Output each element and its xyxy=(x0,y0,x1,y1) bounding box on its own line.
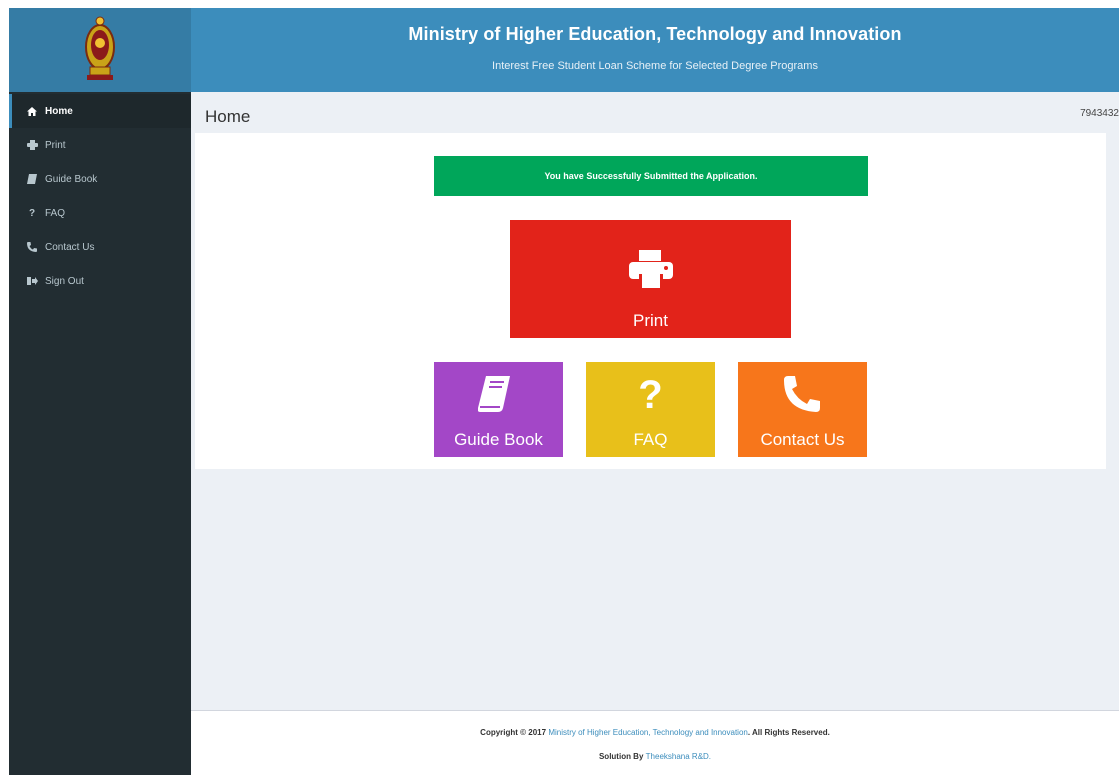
success-alert: You have Successfully Submitted the Appl… xyxy=(434,156,868,196)
rights-text: . All Rights Reserved. xyxy=(747,728,830,737)
phone-icon xyxy=(25,241,39,253)
faq-tile-label: FAQ xyxy=(633,430,668,449)
sidebar-item-label: Home xyxy=(45,105,73,117)
home-icon xyxy=(25,105,39,117)
sidebar-item-guide-book[interactable]: Guide Book xyxy=(9,162,191,196)
sidebar-item-label: FAQ xyxy=(45,207,66,219)
book-icon xyxy=(478,376,510,412)
copyright-text: Copyright © 2017 xyxy=(480,728,547,737)
user-id: 7943432 xyxy=(1080,108,1119,119)
solution-link[interactable]: Theekshana R&D. xyxy=(646,752,711,761)
sidebar-item-label: Print xyxy=(45,139,66,151)
sidebar: Home Print Guide Book ? FAQ Contact Us S… xyxy=(9,8,191,775)
sidebar-item-faq[interactable]: ? FAQ xyxy=(9,196,191,230)
solution-line: Solution By Theekshana R&D. xyxy=(191,752,1119,761)
print-tile[interactable]: Print xyxy=(510,220,791,338)
header-subtitle: Interest Free Student Loan Scheme for Se… xyxy=(492,60,818,72)
sidebar-item-print[interactable]: Print xyxy=(9,128,191,162)
sign-out-icon xyxy=(25,275,39,287)
sidebar-item-label: Contact Us xyxy=(45,241,95,253)
sidebar-menu: Home Print Guide Book ? FAQ Contact Us S… xyxy=(9,94,191,298)
contact-us-tile-label: Contact Us xyxy=(760,430,845,449)
phone-icon xyxy=(784,376,820,412)
guide-book-tile[interactable]: Guide Book xyxy=(434,362,563,457)
book-icon xyxy=(25,173,39,185)
sidebar-item-sign-out[interactable]: Sign Out xyxy=(9,264,191,298)
sidebar-item-home[interactable]: Home xyxy=(9,94,191,128)
question-icon: ? xyxy=(638,373,663,417)
logo-area xyxy=(9,8,191,92)
faq-tile[interactable]: ? FAQ xyxy=(586,362,715,457)
print-icon xyxy=(25,139,39,151)
contact-us-tile[interactable]: Contact Us xyxy=(738,362,867,457)
copyright-line: Copyright © 2017 Ministry of Higher Educ… xyxy=(191,728,1119,737)
question-icon: ? xyxy=(28,207,36,219)
footer: Copyright © 2017 Ministry of Higher Educ… xyxy=(191,710,1119,775)
emblem-logo xyxy=(85,16,115,80)
print-tile-label: Print xyxy=(633,311,668,330)
sidebar-item-label: Guide Book xyxy=(45,173,98,185)
print-icon xyxy=(629,250,673,288)
guide-book-tile-label: Guide Book xyxy=(454,430,543,449)
solution-text: Solution By xyxy=(598,752,644,761)
sidebar-item-contact-us[interactable]: Contact Us xyxy=(9,230,191,264)
page-title: Home xyxy=(205,107,251,126)
top-header: Ministry of Higher Education, Technology… xyxy=(191,8,1119,92)
ministry-link[interactable]: Ministry of Higher Education, Technology… xyxy=(548,728,748,737)
sidebar-item-label: Sign Out xyxy=(45,275,84,287)
header-title: Ministry of Higher Education, Technology… xyxy=(408,24,902,44)
